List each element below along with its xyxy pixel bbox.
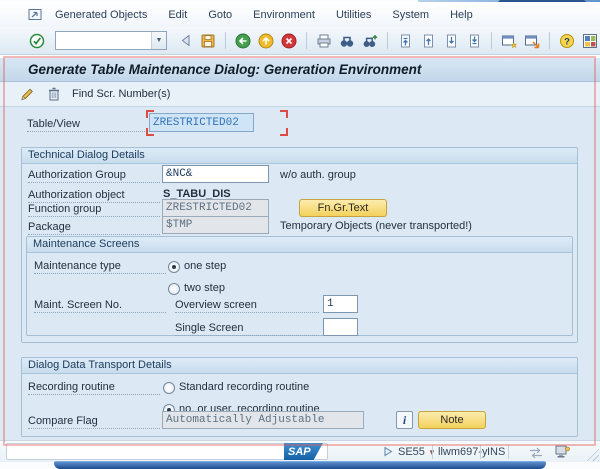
package-label: Package [28, 221, 160, 235]
info-icon[interactable]: i [396, 411, 413, 429]
command-expand-icon[interactable] [176, 32, 194, 50]
table-view-focus-frame [146, 110, 288, 136]
menu-generated-objects[interactable]: Generated Objects [52, 7, 150, 23]
edit-pencil-icon[interactable] [18, 85, 36, 103]
previous-page-icon[interactable] [419, 32, 437, 50]
table-view-input[interactable] [149, 113, 254, 132]
maintenance-type-label: Maintenance type [34, 260, 166, 274]
standard-recording-option[interactable]: Standard recording routine [179, 381, 309, 393]
menu-system[interactable]: System [389, 7, 432, 23]
technical-dialog-details-group: Technical Dialog Details Authorization G… [21, 147, 578, 343]
save-icon[interactable] [199, 32, 217, 50]
fn-gr-text-button[interactable]: Fn.Gr.Text [299, 199, 387, 217]
package-input[interactable] [162, 216, 269, 234]
dialog-data-transport-group: Dialog Data Transport Details Recording … [21, 357, 578, 437]
recording-routine-label: Recording routine [28, 381, 160, 395]
overview-screen-input[interactable] [323, 295, 358, 313]
menu-help[interactable]: Help [447, 7, 476, 23]
local-system-icon[interactable] [555, 445, 570, 462]
package-hint: Temporary Objects (never transported!) [280, 220, 472, 232]
status-message-field [6, 443, 328, 460]
exit-icon[interactable] [257, 32, 275, 50]
maint-screen-no-label: Maint. Screen No. [34, 299, 166, 313]
insert-mode-field[interactable]: INS [487, 446, 505, 458]
note-button[interactable]: Note [418, 411, 486, 429]
last-page-icon[interactable] [465, 32, 483, 50]
authorization-object-label: Authorization object [28, 189, 160, 203]
screen-title-bar: Generate Table Maintenance Dialog: Gener… [0, 58, 600, 82]
create-shortcut-icon[interactable] [523, 32, 541, 50]
maintenance-screens-group: Maintenance Screens Maintenance type one… [26, 236, 573, 336]
transaction-field[interactable]: SE55 ▼ [398, 446, 436, 458]
maintenance-group-title: Maintenance Screens [27, 237, 572, 253]
customize-layout-icon[interactable] [581, 32, 599, 50]
find-screen-numbers-button[interactable]: Find Scr. Number(s) [72, 88, 170, 100]
new-session-icon[interactable] [500, 32, 518, 50]
function-group-input[interactable] [162, 199, 269, 217]
command-field: ▼ [55, 31, 167, 50]
one-step-option[interactable]: one step [184, 260, 226, 272]
sap-gui-window: × Generated Objects Edit Goto Environmen… [0, 0, 600, 469]
enter-icon[interactable] [28, 32, 46, 50]
single-screen-input[interactable] [323, 318, 358, 336]
standard-recording-radio[interactable] [163, 382, 175, 394]
menu-edit[interactable]: Edit [165, 7, 190, 23]
two-step-radio[interactable] [168, 283, 180, 295]
authorization-group-input[interactable] [162, 165, 269, 183]
compare-flag-input[interactable] [162, 411, 364, 429]
standard-toolbar: ▼ ? [0, 27, 600, 55]
compare-flag-label: Compare Flag [28, 415, 160, 429]
application-toolbar: Find Scr. Number(s) [0, 82, 600, 107]
function-group-label: Function group [28, 203, 160, 217]
svg-text:?: ? [564, 36, 570, 47]
menu-environment[interactable]: Environment [250, 7, 318, 23]
find-next-icon[interactable] [361, 32, 379, 50]
single-screen-label: Single Screen [175, 322, 319, 336]
resize-grip[interactable] [585, 447, 599, 461]
authorization-group-label: Authorization Group [28, 169, 160, 183]
window-bottom-edge [54, 461, 546, 469]
page-title: Generate Table Maintenance Dialog: Gener… [28, 62, 422, 77]
delete-trash-icon[interactable] [45, 85, 63, 103]
auth-group-hint: w/o auth. group [280, 169, 356, 181]
command-input[interactable] [56, 33, 151, 48]
one-step-radio[interactable] [168, 261, 180, 273]
menu-utilities[interactable]: Utilities [333, 7, 374, 23]
menu-goto[interactable]: Goto [205, 7, 235, 23]
technical-group-title: Technical Dialog Details [22, 148, 577, 164]
cancel-icon[interactable] [280, 32, 298, 50]
two-step-option[interactable]: two step [184, 282, 225, 294]
table-view-label: Table/View [27, 118, 145, 132]
find-icon[interactable] [338, 32, 356, 50]
status-popup-icon[interactable] [383, 445, 393, 461]
response-time-icon[interactable] [528, 447, 544, 462]
help-icon[interactable]: ? [558, 32, 576, 50]
command-dropdown-icon[interactable]: ▼ [151, 32, 166, 49]
status-bar: SAP SE55 ▼ llwm697-y INS [0, 440, 600, 462]
menu-bar: Generated Objects Edit Goto Environment … [0, 2, 600, 27]
back-icon[interactable] [234, 32, 252, 50]
transport-group-title: Dialog Data Transport Details [22, 358, 577, 374]
next-page-icon[interactable] [442, 32, 460, 50]
print-icon[interactable] [315, 32, 333, 50]
overview-screen-label: Overview screen [175, 299, 319, 313]
dynpro-content: Table/View Technical Dialog Details Auth… [0, 107, 600, 440]
system-menu-icon[interactable] [28, 8, 42, 24]
first-page-icon[interactable] [396, 32, 414, 50]
